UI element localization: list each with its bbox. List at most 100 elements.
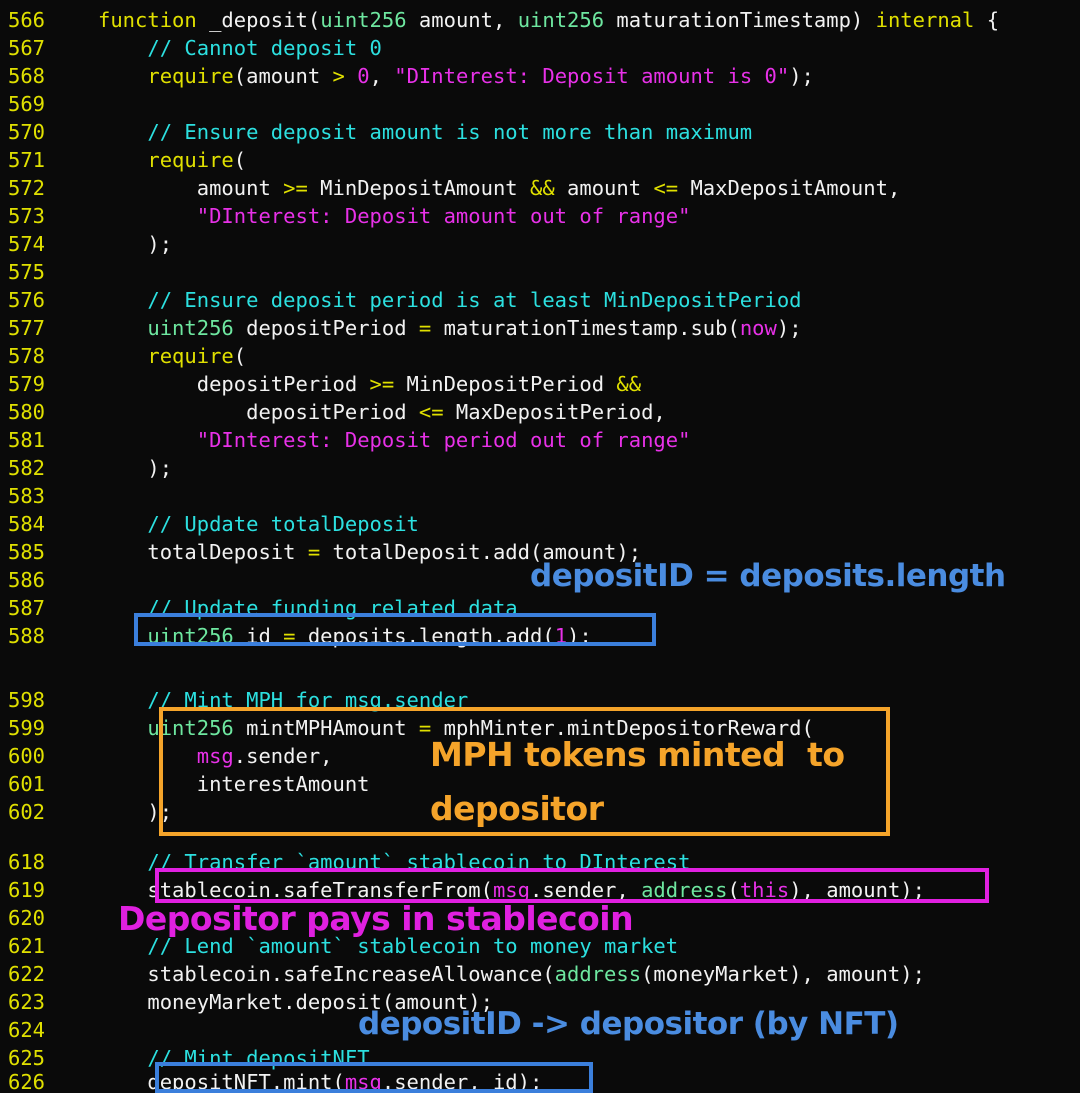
annotation-deposit-id-nft: depositID -> depositor (by NFT): [358, 1006, 899, 1042]
code-token-op: >: [332, 64, 345, 88]
code-token-mag: msg: [344, 1070, 382, 1093]
annotation-mph-minted-line1: MPH tokens minted to: [430, 735, 845, 774]
line-number: 602: [8, 800, 46, 824]
code-token-kw: require: [147, 344, 234, 368]
code-token-txt: );: [776, 316, 802, 340]
code-token-cmt: // Update funding related data: [147, 596, 518, 620]
code-token-kw: require: [147, 148, 234, 172]
code-token-op: <=: [418, 400, 444, 424]
code-token-txt: );: [98, 456, 173, 480]
annotation-mph-minted-line2: depositor: [430, 789, 604, 828]
code-token-txt: .sender,: [233, 744, 333, 768]
code-token-kw: require: [147, 64, 234, 88]
code-token-txt: ,: [369, 64, 395, 88]
code-screenshot: 566 function _deposit(uint256 amount, uin…: [0, 0, 1080, 1093]
code-token-type: uint256: [320, 8, 407, 32]
code-token-kw: function: [98, 8, 197, 32]
code-token-type: uint256: [147, 716, 234, 740]
code-token-txt: depositPeriod: [98, 400, 419, 424]
code-token-txt: amount,: [406, 8, 518, 32]
line-number: 626: [8, 1070, 46, 1093]
code-token-txt: MaxDepositAmount,: [678, 176, 901, 200]
code-token-txt: (moneyMarket), amount);: [641, 962, 925, 986]
code-token-type: uint256: [517, 8, 605, 32]
code-token-str: "DInterest: Deposit amount out of range": [196, 204, 691, 228]
line-number: 588: [8, 624, 46, 648]
code-token-txt: (: [233, 148, 247, 172]
code-token-op: =: [307, 540, 321, 564]
code-token-str: "DInterest: Deposit amount is 0": [394, 64, 790, 88]
code-token-txt: id: [233, 624, 284, 648]
code-token-txt: );: [98, 800, 173, 824]
code-token-txt: );: [98, 232, 173, 256]
code-token-str: "DInterest: Deposit period out of range": [196, 428, 691, 452]
code-token-txt: );: [567, 624, 592, 648]
code-line-text[interactable]: depositNFT.mint(msg.sender, id);: [98, 1066, 542, 1093]
code-token-txt: interestAmount: [98, 772, 370, 796]
code-token-type: address: [554, 962, 642, 986]
code-token-type: uint256: [147, 624, 234, 648]
code-token-txt: amount: [98, 176, 284, 200]
code-token-mag: 1: [554, 624, 568, 648]
code-token-txt: MinDepositAmount: [307, 176, 530, 200]
code-token-kw: internal: [875, 8, 975, 32]
code-token-op: <=: [653, 176, 679, 200]
code-line-text[interactable]: );: [98, 796, 172, 828]
code-token-txt: stablecoin.safeIncreaseAllowance(: [98, 962, 555, 986]
code-token-txt: maturationTimestamp): [604, 8, 876, 32]
code-token-txt: .sender, id);: [381, 1070, 543, 1093]
code-line[interactable]: 588 uint256 id = deposits.length.add(1);: [0, 620, 1080, 652]
code-token-mag: 0: [357, 64, 370, 88]
code-token-txt: ), amount);: [789, 878, 925, 902]
code-token-type: address: [641, 878, 728, 902]
code-token-type: uint256: [147, 316, 234, 340]
code-token-cmt: // Cannot deposit 0: [147, 36, 382, 60]
code-token-txt: mintMPHAmount: [233, 716, 419, 740]
code-token-txt: (: [727, 878, 740, 902]
code-token-txt: (: [233, 344, 247, 368]
code-token-txt: {: [974, 8, 1000, 32]
code-token-cmt: // Ensure deposit amount is not more tha…: [147, 120, 753, 144]
code-token-txt: maturationTimestamp.sub(: [431, 316, 740, 340]
code-token-txt: (amount: [233, 64, 333, 88]
code-token-op: &&: [530, 176, 555, 200]
code-token-txt: (: [307, 8, 321, 32]
code-token-mag: now: [739, 316, 777, 340]
code-token-cmt: // Mint MPH for msg.sender: [147, 688, 469, 712]
code-token-txt: depositPeriod: [98, 372, 370, 396]
code-token-cmt: // Transfer `amount` stablecoin to DInte…: [147, 850, 691, 874]
code-token-txt: _deposit: [209, 8, 308, 32]
code-token-txt: totalDeposit: [98, 540, 308, 564]
code-token-txt: MinDepositPeriod: [394, 372, 617, 396]
code-token-txt: depositNFT.mint(: [98, 1070, 345, 1093]
code-token-cmt: // Ensure deposit period is at least Min…: [147, 288, 802, 312]
code-token-txt: );: [789, 64, 814, 88]
code-line-text[interactable]: uint256 id = deposits.length.add(1);: [98, 620, 592, 652]
code-token-txt: deposits.length.add(: [295, 624, 555, 648]
code-token-txt: MaxDepositPeriod,: [443, 400, 666, 424]
code-line[interactable]: 626 depositNFT.mint(msg.sender, id);: [0, 1066, 1080, 1093]
annotation-depositor-pays: Depositor pays in stablecoin: [118, 899, 634, 938]
code-token-txt: depositPeriod: [233, 316, 419, 340]
code-token-mag: this: [739, 878, 790, 902]
code-token-op: =: [283, 624, 296, 648]
code-token-op: =: [418, 316, 432, 340]
code-token-txt: amount: [554, 176, 654, 200]
